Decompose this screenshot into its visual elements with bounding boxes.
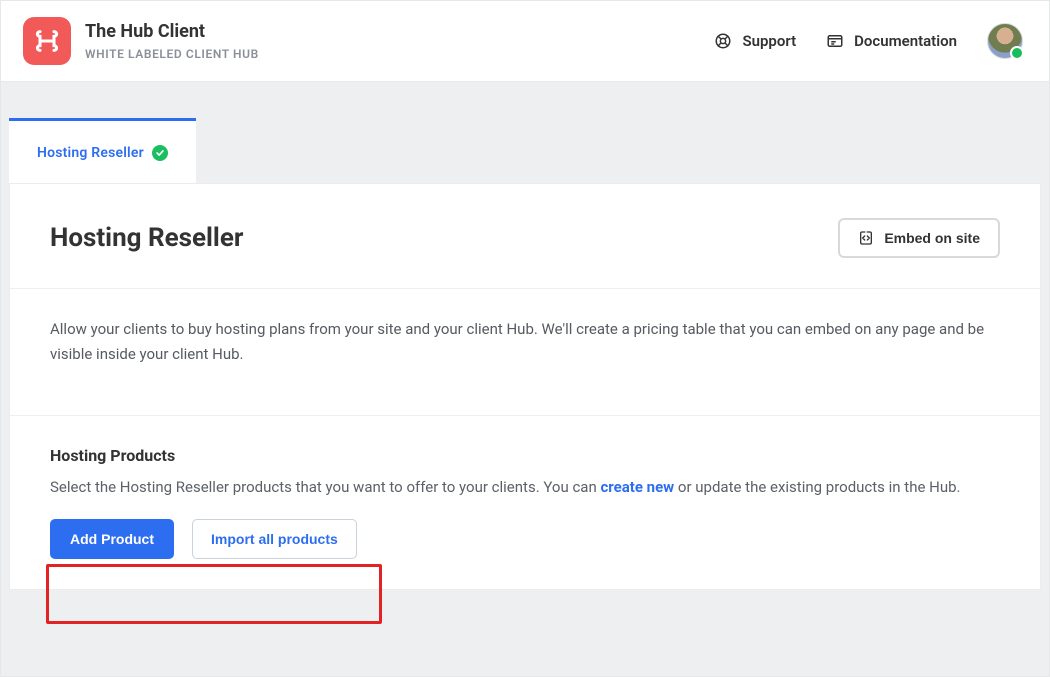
documentation-label: Documentation bbox=[854, 32, 957, 50]
create-new-link[interactable]: create new bbox=[600, 478, 674, 496]
panel-title: Hosting Reseller bbox=[50, 223, 243, 253]
support-label: Support bbox=[742, 32, 796, 50]
product-actions: Add Product Import all products bbox=[50, 519, 1000, 559]
import-all-products-button[interactable]: Import all products bbox=[192, 519, 357, 559]
hub-logo-icon bbox=[33, 27, 61, 55]
brand: The Hub Client WHITE LABELED CLIENT HUB bbox=[23, 17, 259, 65]
user-avatar[interactable] bbox=[987, 23, 1023, 59]
support-link[interactable]: Support bbox=[714, 32, 796, 50]
hosting-products-section: Hosting Products Select the Hosting Rese… bbox=[10, 416, 1040, 589]
support-icon bbox=[714, 32, 732, 50]
panel-header: Hosting Reseller Embed on site bbox=[10, 184, 1040, 289]
tabs-row: Hosting Reseller bbox=[1, 82, 1049, 183]
status-online-icon bbox=[1010, 46, 1024, 60]
brand-subtitle: WHITE LABELED CLIENT HUB bbox=[85, 47, 259, 61]
hosting-products-description: Select the Hosting Reseller products tha… bbox=[50, 475, 1000, 499]
brand-logo bbox=[23, 17, 71, 65]
annotation-highlight bbox=[46, 564, 382, 624]
embed-icon bbox=[858, 230, 874, 246]
desc-part-b: or update the existing products in the H… bbox=[674, 478, 960, 496]
embed-on-site-button[interactable]: Embed on site bbox=[838, 218, 1000, 258]
desc-part-a: Select the Hosting Reseller products tha… bbox=[50, 478, 600, 496]
hosting-products-title: Hosting Products bbox=[50, 446, 1000, 465]
panel-hosting-reseller: Hosting Reseller Embed on site Allow you… bbox=[9, 183, 1041, 590]
brand-text: The Hub Client WHITE LABELED CLIENT HUB bbox=[85, 21, 259, 61]
embed-label: Embed on site bbox=[884, 230, 980, 246]
panel-description: Allow your clients to buy hosting plans … bbox=[10, 289, 1040, 416]
tab-label: Hosting Reseller bbox=[37, 145, 144, 161]
add-product-button[interactable]: Add Product bbox=[50, 519, 174, 559]
app-header: The Hub Client WHITE LABELED CLIENT HUB … bbox=[1, 1, 1049, 82]
tab-hosting-reseller[interactable]: Hosting Reseller bbox=[9, 118, 196, 183]
brand-title: The Hub Client bbox=[85, 21, 259, 43]
check-icon bbox=[152, 145, 168, 161]
documentation-icon bbox=[826, 32, 844, 50]
documentation-link[interactable]: Documentation bbox=[826, 32, 957, 50]
header-actions: Support Documentation bbox=[714, 23, 1023, 59]
